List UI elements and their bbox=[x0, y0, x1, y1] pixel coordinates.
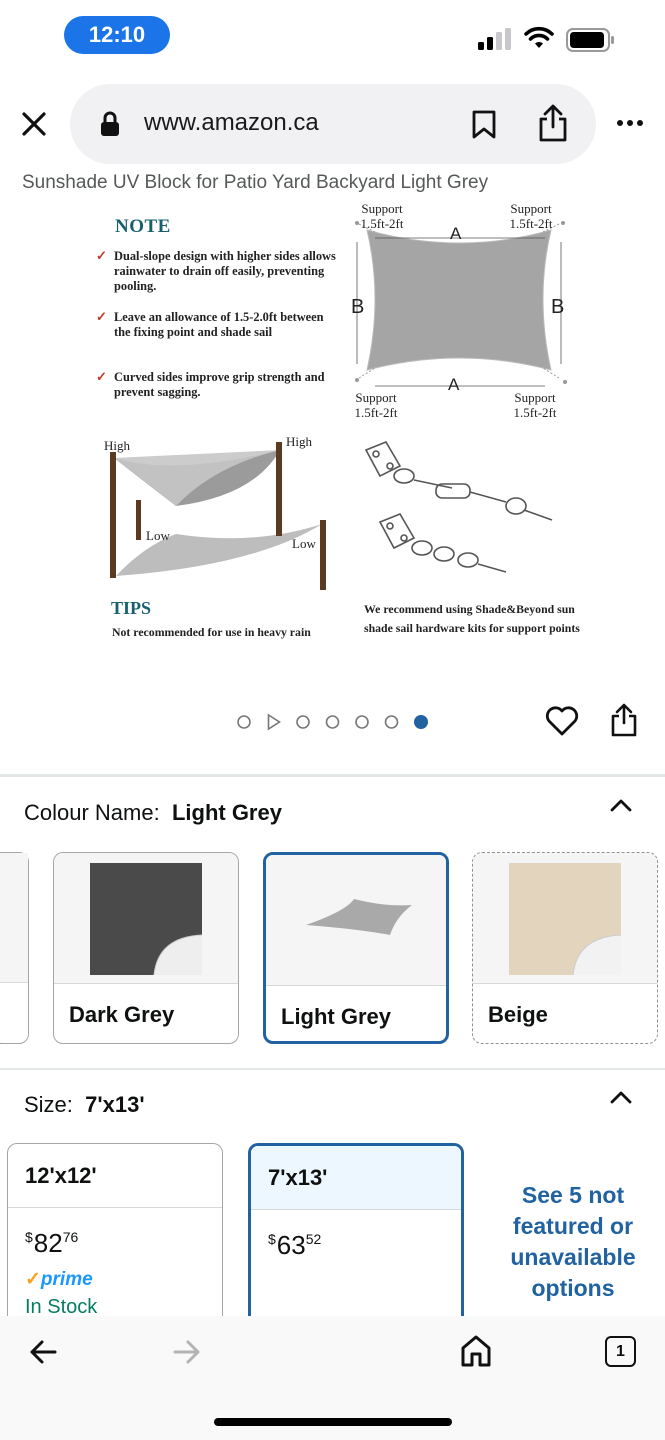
url-text[interactable]: www.amazon.ca bbox=[144, 109, 319, 137]
carousel-dot-active[interactable] bbox=[414, 715, 428, 729]
colour-label-text: Colour Name: bbox=[24, 800, 160, 825]
check-icon: ✓ bbox=[96, 309, 107, 324]
support-label: Support bbox=[510, 201, 552, 216]
price-whole: 82 bbox=[33, 1228, 63, 1258]
high-label: High bbox=[104, 438, 130, 453]
check-icon: ✓ bbox=[96, 248, 107, 263]
colour-name-label: Colour Name: Light Grey bbox=[24, 800, 282, 826]
support-label: Support bbox=[355, 390, 397, 405]
swatch-label: Light Grey bbox=[266, 985, 446, 1041]
low-label: Low bbox=[146, 528, 170, 543]
note-item: Curved sides improve grip strength and p… bbox=[114, 370, 325, 399]
support-range: 1.5ft-2ft bbox=[354, 405, 398, 420]
divider bbox=[0, 1068, 665, 1070]
dimension-a-label: A bbox=[450, 224, 462, 243]
battery-icon bbox=[566, 28, 616, 52]
carousel-dot[interactable] bbox=[325, 715, 340, 729]
note-item: Dual-slope design with higher sides allo… bbox=[114, 249, 336, 293]
chevron-up-icon[interactable] bbox=[609, 797, 633, 813]
price-currency: $ bbox=[25, 1229, 33, 1245]
support-range: 1.5ft-2ft bbox=[513, 405, 557, 420]
price: $6352 bbox=[268, 1230, 321, 1261]
size-option-name: 7'x13' bbox=[251, 1146, 461, 1210]
tips-title: TIPS bbox=[111, 598, 152, 618]
lock-icon bbox=[100, 111, 120, 137]
home-indicator bbox=[214, 1418, 452, 1426]
colour-selected-value: Light Grey bbox=[171, 800, 282, 825]
swatch-label: Dark Grey bbox=[54, 983, 238, 1043]
wifi-icon bbox=[524, 26, 554, 50]
colour-swatch-beige[interactable]: Beige bbox=[472, 852, 658, 1044]
dimension-a-label: A bbox=[448, 375, 460, 394]
status-time: 12:10 bbox=[64, 16, 170, 54]
swatch-image bbox=[266, 855, 446, 985]
dual-slope-illustration bbox=[104, 436, 334, 596]
support-label: Support bbox=[361, 201, 403, 216]
swatch-image bbox=[473, 853, 657, 983]
see-more-options-link[interactable]: See 5 not featured or unavailable option… bbox=[500, 1180, 646, 1304]
price-whole: 63 bbox=[276, 1230, 306, 1260]
support-range: 1.5ft-2ft bbox=[509, 216, 553, 231]
bookmark-icon[interactable] bbox=[472, 110, 496, 140]
size-selected-value: 7'x13' bbox=[85, 1092, 145, 1117]
low-label: Low bbox=[292, 536, 316, 551]
tab-count-button[interactable]: 1 bbox=[605, 1336, 636, 1367]
sail-dimension-diagram bbox=[345, 218, 575, 390]
video-dot-icon[interactable] bbox=[267, 713, 281, 731]
high-label: High bbox=[286, 434, 312, 449]
price-currency: $ bbox=[268, 1231, 276, 1247]
heart-icon[interactable] bbox=[545, 705, 579, 737]
tips-text: Not recommended for use in heavy rain bbox=[112, 625, 311, 639]
hardware-kit-illustration bbox=[356, 436, 556, 576]
carousel-dot[interactable] bbox=[355, 715, 369, 729]
note-item: Leave an allowance of 1.5-2.0ft between … bbox=[114, 310, 324, 339]
size-label: Size: 7'x13' bbox=[24, 1092, 145, 1118]
more-options-icon[interactable] bbox=[616, 118, 644, 128]
support-range: 1.5ft-2ft bbox=[360, 216, 404, 231]
colour-swatch-partial[interactable] bbox=[0, 852, 29, 1044]
price-fraction: 76 bbox=[62, 1229, 79, 1245]
colour-swatch-light-grey[interactable]: Light Grey bbox=[263, 852, 449, 1044]
cellular-signal-icon bbox=[478, 28, 512, 52]
prime-check-icon: ✓ bbox=[25, 1269, 41, 1290]
carousel-dot[interactable] bbox=[237, 715, 251, 729]
share-icon[interactable] bbox=[610, 702, 638, 738]
size-label-text: Size: bbox=[24, 1092, 73, 1117]
size-option-7x13[interactable]: 7'x13' $6352 bbox=[248, 1143, 464, 1343]
colour-swatch-dark-grey[interactable]: Dark Grey bbox=[53, 852, 239, 1044]
size-option-12x12[interactable]: 12'x12' $8276 ✓prime In Stock bbox=[7, 1143, 223, 1343]
image-carousel-dots[interactable] bbox=[236, 712, 432, 732]
check-icon: ✓ bbox=[96, 369, 107, 384]
forward-arrow-icon[interactable] bbox=[172, 1338, 202, 1366]
price-fraction: 52 bbox=[305, 1231, 322, 1247]
carousel-dot[interactable] bbox=[296, 715, 310, 729]
swatch-image bbox=[54, 853, 238, 983]
chevron-up-icon[interactable] bbox=[609, 1089, 633, 1105]
divider bbox=[0, 774, 665, 777]
carousel-dot[interactable] bbox=[384, 715, 399, 729]
close-icon[interactable] bbox=[20, 110, 48, 138]
price: $8276 bbox=[25, 1228, 78, 1259]
size-option-name: 12'x12' bbox=[8, 1144, 222, 1208]
support-label: Support bbox=[514, 390, 556, 405]
swatch-label: Beige bbox=[473, 983, 657, 1043]
prime-label: prime bbox=[40, 1269, 93, 1290]
recommendation-text: We recommend using Shade&Beyond sun shad… bbox=[364, 602, 580, 635]
page-title: Sunshade UV Block for Patio Yard Backyar… bbox=[22, 172, 489, 193]
note-title: NOTE bbox=[115, 216, 171, 237]
prime-badge: ✓prime bbox=[25, 1268, 93, 1291]
dimension-b-label: B bbox=[351, 296, 365, 318]
back-arrow-icon[interactable] bbox=[28, 1338, 58, 1366]
home-icon[interactable] bbox=[460, 1334, 492, 1368]
share-icon[interactable] bbox=[537, 103, 569, 143]
dimension-b-label: B bbox=[551, 296, 565, 318]
